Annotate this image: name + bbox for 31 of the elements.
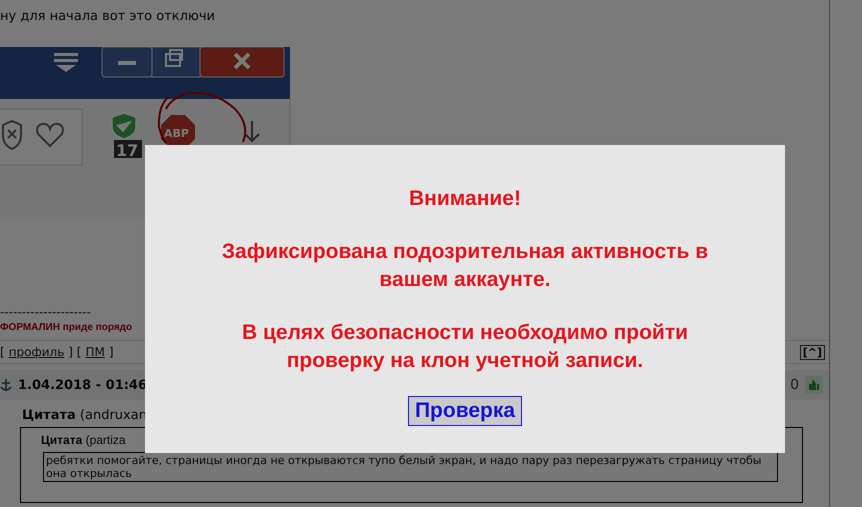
heart-icon[interactable] [36,122,64,147]
menu-icon[interactable] [54,53,78,72]
check-shield-icon[interactable] [111,112,137,140]
close-button[interactable] [200,47,284,78]
quote-header: Цитата (andruxan [22,408,147,424]
rating-count: 0 [790,377,799,393]
bracket-text: ] [108,345,114,359]
bracket-text: [ [0,345,5,359]
modal-title: Внимание! [409,186,521,212]
quote-header: Цитата (partiza [41,432,126,448]
bracket-text: ] [ [68,345,82,359]
warning-text: Зафиксирована подозрительная активность в вашем аккаунте. [220,239,710,293]
quote-text: ребятки помогайте, страницы иногда не открываются тупо белый экран, и надо пару раз перезагружать страницу чтобы она открылась [43,452,778,482]
post-text: ну для начала вот это отключи [0,8,215,26]
check-button[interactable]: Проверка [408,396,522,426]
top-link[interactable]: [^] [800,344,825,360]
address-field[interactable] [0,108,82,166]
anchor-icon [0,378,12,392]
signature: ФОРМАЛИН приде порядо [0,321,132,335]
abp-label: ABP [164,127,189,140]
post-date: 1.04.2018 - 01:46 [18,378,148,392]
minimize-button[interactable] [102,47,152,78]
restore-button[interactable] [152,47,200,78]
count-badge: 17 [114,140,142,160]
signature-rule: --------------------- [0,305,91,319]
warning-text: В целях безопасности необходимо пройти проверку на клон учетной записи. [240,320,690,374]
profile-link[interactable]: ПМ [85,345,105,359]
shield-x-icon[interactable] [2,120,22,150]
thumbs-up-icon [807,378,821,392]
like-button[interactable] [805,376,823,394]
profile-link[interactable]: профиль [8,345,64,359]
